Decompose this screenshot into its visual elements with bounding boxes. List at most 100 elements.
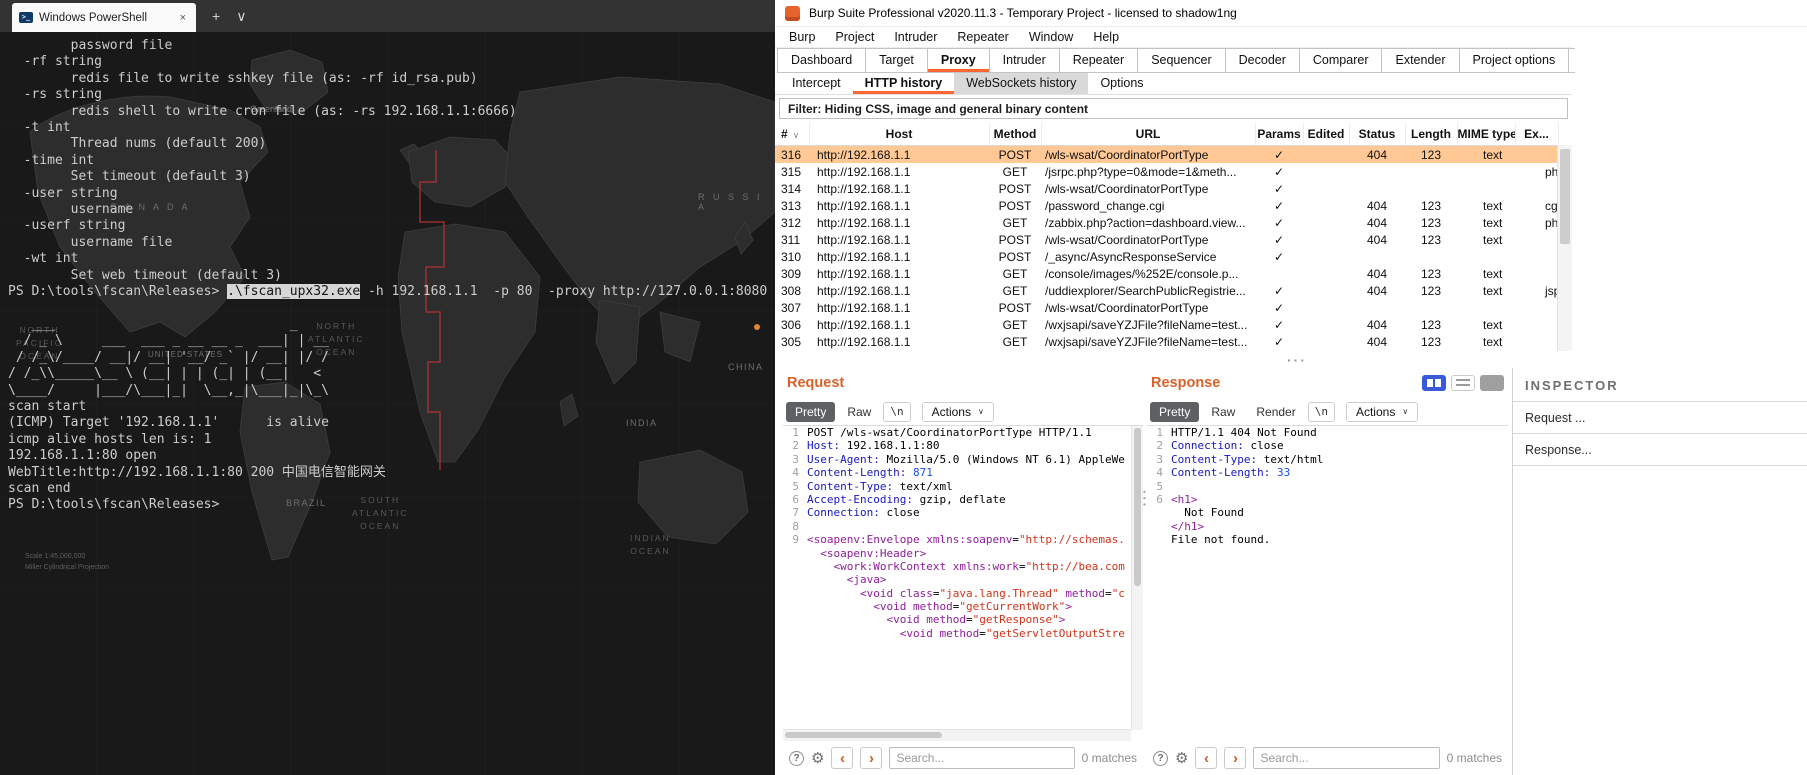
line-number bbox=[1147, 520, 1163, 533]
tab-dashboard[interactable]: Dashboard bbox=[777, 48, 867, 73]
tab-intruder[interactable]: Intruder bbox=[988, 48, 1060, 73]
menu-item-project[interactable]: Project bbox=[825, 30, 884, 44]
cell-host: http://192.168.1.1 bbox=[817, 266, 911, 281]
search-next-button[interactable]: › bbox=[860, 747, 883, 769]
table-scrollbar-thumb[interactable] bbox=[1560, 149, 1570, 244]
tab-user-options[interactable]: User options bbox=[1568, 48, 1575, 73]
response-tab-n[interactable]: \n bbox=[1307, 401, 1335, 422]
cell-host: http://192.168.1.1 bbox=[817, 181, 911, 196]
line-number: 6 bbox=[1156, 492, 1163, 506]
line-number bbox=[783, 560, 799, 573]
column-header-params[interactable]: Params bbox=[1255, 123, 1304, 146]
gear-icon[interactable]: ⚙ bbox=[811, 749, 824, 767]
code-text: <soapenv:Envelope xmlns:soapenv="http://… bbox=[807, 533, 1125, 546]
column-header-length[interactable]: Length bbox=[1405, 123, 1458, 146]
table-row[interactable]: 312 http://192.168.1.1 GET/zabbix.php?acti… bbox=[775, 214, 1558, 231]
request-horizontal-scrollbar[interactable] bbox=[783, 729, 1131, 741]
tab-project-options[interactable]: Project options bbox=[1458, 48, 1570, 73]
menu-item-repeater[interactable]: Repeater bbox=[947, 30, 1018, 44]
terminal-body[interactable]: Greenland C A N A D A R U S S I A UNITED… bbox=[0, 32, 775, 775]
column-header-mime[interactable]: MIME type bbox=[1457, 123, 1516, 146]
column-header-status[interactable]: Status bbox=[1349, 123, 1406, 146]
request-vertical-scrollbar-thumb[interactable] bbox=[1134, 428, 1141, 587]
inspector-section-request[interactable]: Request ... bbox=[1513, 401, 1807, 434]
tab-sequencer[interactable]: Sequencer bbox=[1137, 48, 1226, 73]
search-next-button[interactable]: › bbox=[1224, 747, 1247, 769]
tab-dropdown-icon[interactable]: ∨ bbox=[236, 0, 246, 32]
request-tab-n[interactable]: \n bbox=[883, 401, 911, 422]
column-header-extension[interactable]: Ex... bbox=[1515, 123, 1559, 146]
table-row[interactable]: 311 http://192.168.1.1 POST/wls-wsat/Coord… bbox=[775, 231, 1558, 248]
side-by-side-view-button[interactable] bbox=[1422, 375, 1446, 391]
tab-repeater[interactable]: Repeater bbox=[1058, 48, 1139, 73]
response-tab-pretty[interactable]: Pretty bbox=[1150, 401, 1200, 422]
request-horizontal-scrollbar-thumb[interactable] bbox=[785, 732, 942, 738]
request-tab-raw[interactable]: Raw bbox=[838, 402, 880, 422]
tab-extender[interactable]: Extender bbox=[1381, 48, 1460, 73]
request-editor[interactable]: 1 POST /wls-wsat/CoordinatorPortType HTTP… bbox=[783, 426, 1143, 741]
search-previous-button[interactable]: ‹ bbox=[831, 747, 854, 769]
table-row[interactable]: 305 http://192.168.1.1 GET/wxjsapi/saveYZJ… bbox=[775, 333, 1558, 350]
request-tab-pretty[interactable]: Pretty bbox=[786, 401, 836, 422]
search-previous-button[interactable]: ‹ bbox=[1195, 747, 1218, 769]
column-label: MIME type bbox=[1457, 127, 1515, 141]
table-row[interactable]: 309 http://192.168.1.1 GET/console/images/… bbox=[775, 265, 1558, 282]
column-header-number[interactable]: # ∨ bbox=[775, 123, 810, 146]
response-tab-raw[interactable]: Raw bbox=[1202, 402, 1244, 422]
inspector-section-response[interactable]: Response... bbox=[1513, 433, 1807, 466]
code-line: 3 User-Agent: Mozilla/5.0 (Windows NT 6.1… bbox=[783, 453, 1143, 466]
menu-item-intruder[interactable]: Intruder bbox=[884, 30, 947, 44]
menu-item-window[interactable]: Window bbox=[1019, 30, 1083, 44]
help-icon[interactable]: ? bbox=[789, 750, 804, 766]
column-header-host[interactable]: Host bbox=[809, 123, 990, 146]
tab-target[interactable]: Target bbox=[865, 48, 928, 73]
code-text: Content-Type: text/html bbox=[1171, 453, 1323, 466]
response-tab-render[interactable]: Render bbox=[1247, 402, 1304, 422]
request-search-input[interactable] bbox=[889, 747, 1075, 769]
tab-proxy[interactable]: Proxy bbox=[926, 48, 990, 73]
table-row[interactable]: 308 http://192.168.1.1 GET/uddiexplorer/Se… bbox=[775, 282, 1558, 299]
subtab-http-history[interactable]: HTTP history bbox=[853, 73, 955, 94]
cell-params: ✓ bbox=[1273, 164, 1285, 179]
inspector-sections: Request ... Response... bbox=[1513, 401, 1807, 466]
menu-item-help[interactable]: Help bbox=[1083, 30, 1129, 44]
gear-icon[interactable]: ⚙ bbox=[1175, 749, 1188, 767]
stacked-view-button[interactable] bbox=[1451, 375, 1475, 391]
column-label: URL bbox=[1135, 127, 1161, 141]
table-row[interactable]: 313 http://192.168.1.1 POST/password_chang… bbox=[775, 197, 1558, 214]
request-vertical-scrollbar[interactable] bbox=[1131, 426, 1143, 730]
subtab-intercept[interactable]: Intercept bbox=[780, 73, 853, 94]
request-actions-button[interactable]: Actions ∨ bbox=[921, 401, 994, 422]
menu-item-burp[interactable]: Burp bbox=[779, 30, 825, 44]
table-row[interactable]: 310 http://192.168.1.1 POST /_async/AsyncRe… bbox=[775, 248, 1558, 265]
tab-decoder[interactable]: Decoder bbox=[1224, 48, 1300, 73]
help-icon[interactable]: ? bbox=[1153, 750, 1168, 766]
column-header-url[interactable]: URL bbox=[1041, 123, 1256, 146]
response-editor[interactable]: 1 HTTP/1.1 404 Not Found 2 Connection: clos… bbox=[1147, 426, 1508, 741]
table-row[interactable]: 316 http://192.168.1.1 POST/wls-wsat/Coord… bbox=[775, 145, 1558, 163]
filter-bar[interactable]: Filter: Hiding CSS, image and general bi… bbox=[779, 98, 1568, 119]
burp-titlebar[interactable]: Burp Suite Professional v2020.11.3 - Tem… bbox=[775, 0, 1807, 27]
column-header-edited[interactable]: Edited bbox=[1303, 123, 1350, 146]
subtab-websockets-history[interactable]: WebSockets history bbox=[954, 73, 1089, 94]
table-scrollbar[interactable] bbox=[1557, 145, 1572, 351]
close-tab-icon[interactable]: × bbox=[177, 11, 189, 25]
column-header-method[interactable]: Method bbox=[989, 123, 1042, 146]
table-row[interactable]: 307 http://192.168.1.1 POST/wls-wsat/Coord… bbox=[775, 299, 1558, 316]
cell-host: http://192.168.1.1 bbox=[817, 215, 911, 230]
cell-extension: jsp bbox=[1545, 283, 1558, 298]
code-segment: Host: bbox=[807, 439, 841, 453]
subtab-options[interactable]: Options bbox=[1088, 73, 1155, 94]
table-row[interactable]: 314 http://192.168.1.1 POST/wls-wsat/Coord… bbox=[775, 180, 1558, 197]
terminal-tab-powershell[interactable]: >_ Windows PowerShell × bbox=[12, 3, 196, 32]
response-actions-button[interactable]: Actions ∨ bbox=[1345, 401, 1419, 422]
combined-view-button[interactable] bbox=[1480, 375, 1504, 391]
table-row[interactable]: 306 http://192.168.1.1 GET/wxjsapi/saveYZJ… bbox=[775, 316, 1558, 333]
horizontal-splitter-handle[interactable]: ··· bbox=[1287, 352, 1307, 368]
table-row[interactable]: 315 http://192.168.1.1 GET/jsrpc.php?type=… bbox=[775, 163, 1558, 180]
new-tab-button[interactable]: + bbox=[212, 0, 220, 32]
tab-comparer[interactable]: Comparer bbox=[1298, 48, 1383, 73]
response-search-input[interactable] bbox=[1253, 747, 1440, 769]
code-line: 5 Content-Type: text/xml bbox=[783, 480, 1143, 493]
